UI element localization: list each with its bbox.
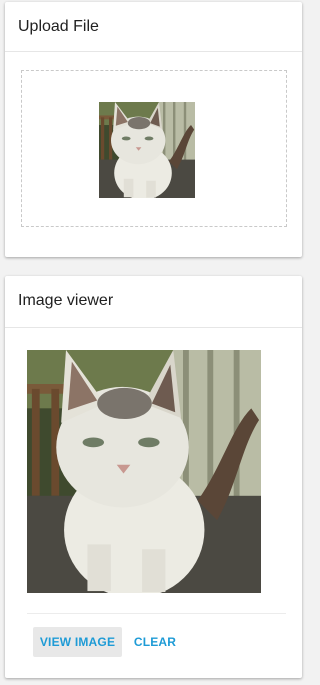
upload-file-card: Upload File xyxy=(5,2,302,257)
image-viewer-card: Image viewer VIEW IMAGE CLEAR xyxy=(5,276,302,678)
file-drop-zone[interactable] xyxy=(21,70,287,227)
uploaded-image-thumbnail xyxy=(99,102,195,198)
viewer-card-title: Image viewer xyxy=(5,276,302,328)
upload-card-title: Upload File xyxy=(5,2,302,52)
viewer-divider xyxy=(27,613,286,614)
view-image-button[interactable]: VIEW IMAGE xyxy=(33,627,122,657)
viewer-image xyxy=(27,350,261,593)
clear-button[interactable]: CLEAR xyxy=(132,627,178,657)
